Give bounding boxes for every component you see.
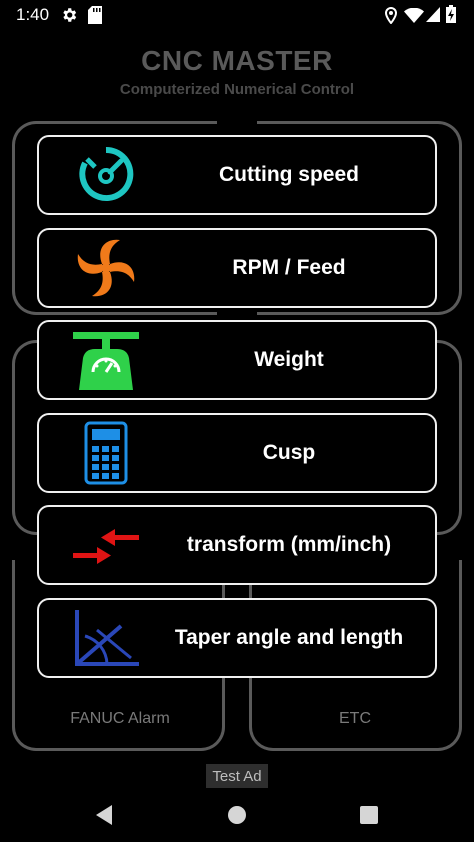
cutting-speed-button[interactable]: Cutting speed xyxy=(37,135,437,215)
app-title: CNC MASTER xyxy=(141,45,333,76)
status-bar: 1:40 xyxy=(0,0,474,30)
rpm-feed-button[interactable]: RPM / Feed xyxy=(37,228,437,308)
signal-icon xyxy=(426,7,440,22)
app-subtitle: Computerized Numerical Control xyxy=(119,81,355,98)
transform-button[interactable]: transform (mm/inch) xyxy=(37,505,437,585)
wifi-icon xyxy=(404,8,424,23)
angle-icon xyxy=(75,610,139,666)
rpm-feed-label: RPM / Feed xyxy=(232,256,346,279)
weighing-scale-icon xyxy=(73,332,139,390)
back-icon[interactable] xyxy=(94,804,114,826)
home-icon[interactable] xyxy=(227,805,247,825)
status-time: 1:40 xyxy=(16,5,50,24)
settings-gear-icon xyxy=(63,8,77,22)
taper-angle-label: Taper angle and length xyxy=(174,626,404,649)
cusp-label: Cusp xyxy=(262,441,316,464)
battery-charging-icon xyxy=(446,5,456,23)
weight-button[interactable]: Weight xyxy=(37,320,437,400)
transform-label: transform (mm/inch) xyxy=(186,533,392,556)
speedometer-icon xyxy=(79,146,134,201)
conversion-arrows-icon xyxy=(73,529,139,564)
recents-icon[interactable] xyxy=(360,806,378,824)
calculator-icon xyxy=(84,421,128,485)
weight-label: Weight xyxy=(254,348,324,371)
etc-label: ETC xyxy=(339,710,371,727)
test-ad-banner[interactable]: Test Ad xyxy=(206,764,268,788)
sd-card-icon xyxy=(88,6,102,24)
fanuc-alarm-label: FANUC Alarm xyxy=(70,710,170,727)
taper-angle-button[interactable]: Taper angle and length xyxy=(37,598,437,678)
location-pin-icon xyxy=(384,7,398,24)
spinning-cutter-icon xyxy=(77,239,135,297)
cusp-button[interactable]: Cusp xyxy=(37,413,437,493)
cutting-speed-label: Cutting speed xyxy=(219,163,359,186)
navigation-bar xyxy=(0,790,474,842)
